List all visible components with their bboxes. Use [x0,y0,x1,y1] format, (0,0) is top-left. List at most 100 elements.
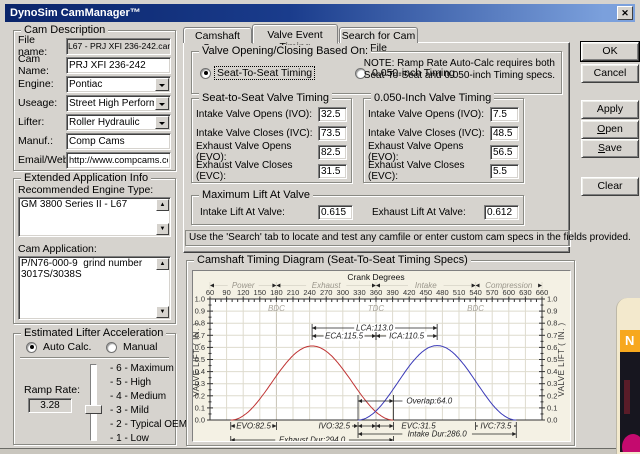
field-row: Exhaust Valve Closes (EVC): [368,160,519,182]
field-row: Exhaust Valve Opens (EVO): [196,141,347,163]
auto-calc-radio[interactable]: Auto Calc. [26,341,93,353]
scroll-down-icon[interactable]: ▼ [156,223,169,235]
cam-description-group: Cam Description File name: L67 - PRJ XFI… [13,24,176,171]
close-button[interactable]: ✕ [617,6,633,20]
svg-text:IVC:73.5: IVC:73.5 [480,422,512,431]
svg-text:Crank Degrees: Crank Degrees [347,272,404,282]
manuf-input[interactable] [66,132,171,150]
scale-2: - 2 - Typical OEM [110,419,188,430]
cam-application-textarea[interactable]: P/N76-000-9 grind number 3017S/3038S [18,256,171,320]
engine-label: Engine: [18,78,54,90]
svg-text:0.1: 0.1 [195,403,205,412]
chevron-down-icon[interactable] [155,115,169,129]
svg-text:210: 210 [287,288,300,297]
svg-text:0.6: 0.6 [547,343,557,352]
chevron-down-icon[interactable] [155,96,169,110]
field-row: Email/Web: [18,151,171,169]
svg-text:BDC: BDC [467,304,484,313]
svg-text:Overlap:64.0: Overlap:64.0 [406,397,452,406]
ramp-rate-note: NOTE: Ramp Rate Auto-Calc requires both … [364,58,555,82]
title-bar[interactable]: DynoSim CamManager™ ✕ [5,4,635,22]
window-title: DynoSim CamManager™ [10,7,141,19]
lifter-dropdown[interactable]: Roller Hydraulic [66,113,171,131]
close-icon: ✕ [621,8,629,18]
useage-value: Street High Performance [69,97,154,109]
seat-evc-label: Exhaust Valve Closes (EVC): [196,160,293,182]
manual-radio[interactable]: Manual [106,341,159,353]
email-web-input[interactable] [66,151,171,169]
seat-ivc-input[interactable] [318,125,347,141]
seat-ivo-label: Intake Valve Opens (IVO): [196,108,312,120]
seat-evc-input[interactable] [318,163,347,179]
radio-icon[interactable] [200,67,211,79]
field-row: Exhaust Lift At Valve: [372,203,522,221]
save-button[interactable]: Save [581,139,639,158]
svg-text:0.1: 0.1 [547,403,557,412]
cam-application-label: Cam Application: [18,243,97,255]
lifter-label: Lifter: [18,116,45,128]
background-window-letter: N [620,330,640,352]
chevron-down-icon[interactable] [155,77,169,91]
ok-button[interactable]: OK [581,42,639,61]
svg-text:0.8: 0.8 [547,319,557,328]
background-image-detail [624,380,630,414]
clear-button[interactable]: Clear [581,177,639,196]
tab-valve-event-timing[interactable]: Valve Event Timing [252,24,338,53]
apply-button[interactable]: Apply [581,100,639,119]
field-row: Manuf.: [18,132,171,150]
timing-diagram-title: Camshaft Timing Diagram (Seat-To-Seat Ti… [194,254,471,266]
scroll-up-icon[interactable]: ▲ [156,199,169,211]
seat-ivo-input[interactable] [318,106,347,122]
svg-text:EVO:82.5: EVO:82.5 [236,422,271,431]
field-row: Exhaust Valve Opens (EVO): [368,141,519,163]
extended-info-group: Extended Application Info Recommended En… [13,172,176,324]
cam-name-input[interactable] [66,56,171,74]
inch-ivc-input[interactable] [490,125,519,141]
svg-text:Compression: Compression [485,281,533,290]
note-line-2: Seat-To-Seat and 0.050-inch Timing specs… [363,70,555,81]
svg-text:BDC: BDC [268,304,285,313]
engine-value: Pontiac [69,78,103,90]
inch-evo-input[interactable] [490,144,519,160]
open-button[interactable]: Open [581,120,639,139]
svg-text:VALVE LIFT ( IN. ): VALVE LIFT ( IN. ) [557,322,566,396]
intake-lift-input[interactable] [318,204,353,220]
app-window: DynoSim CamManager™ ✕ Cam Description Fi… [0,0,640,454]
window-bottom-edge [0,448,640,454]
useage-dropdown[interactable]: Street High Performance [66,94,171,112]
tab-search-for-cam-file[interactable]: Search for Cam File [339,27,418,54]
field-row: Useage: Street High Performance [18,94,171,112]
valve-basis-title: Valve Opening/Closing Based On: [199,45,372,57]
engine-dropdown[interactable]: Pontiac [66,75,171,93]
seat-to-seat-radio[interactable]: Seat-To-Seat Timing [200,66,316,80]
lifter-accel-slider[interactable] [90,364,97,441]
seat-to-seat-radio-label: Seat-To-Seat Timing [213,66,316,80]
inch-ivo-input[interactable] [490,106,519,122]
slider-thumb[interactable] [85,405,102,414]
inch-evc-input[interactable] [490,163,519,179]
engine-type-textarea[interactable]: GM 3800 Series II - L67 [18,197,171,237]
scroll-down-icon[interactable]: ▼ [156,306,169,318]
ramp-rate-label: Ramp Rate: [23,384,81,396]
seat-timing-group: Seat-to-Seat Valve Timing Intake Valve O… [191,92,352,183]
field-row: Intake Valve Closes (IVC): [368,124,519,142]
inch-ivc-label: Intake Valve Closes (IVC): [368,127,485,139]
scale-3: - 3 - Mild [110,405,149,416]
scale-4: - 4 - Medium [110,391,167,402]
seat-evo-input[interactable] [318,144,347,160]
cancel-button[interactable]: Cancel [581,64,639,83]
radio-icon[interactable] [106,341,117,353]
max-lift-title: Maximum Lift At Valve [199,189,313,201]
tab-camshaft-specs[interactable]: Camshaft Specs [183,27,252,54]
exhaust-lift-input[interactable] [484,204,519,220]
scale-5: - 5 - High [110,377,152,388]
svg-text:TDC: TDC [368,304,385,313]
scale-1: - 1 - Low [110,433,149,444]
field-row: Lifter: Roller Hydraulic [18,113,171,131]
scroll-up-icon[interactable]: ▲ [156,258,169,270]
radio-icon[interactable] [26,341,37,353]
background-window-sliver: N [616,298,640,454]
field-row: Engine: Pontiac [18,75,171,93]
auto-calc-label: Auto Calc. [43,341,92,353]
inch-evc-label: Exhaust Valve Closes (EVC): [368,160,465,182]
